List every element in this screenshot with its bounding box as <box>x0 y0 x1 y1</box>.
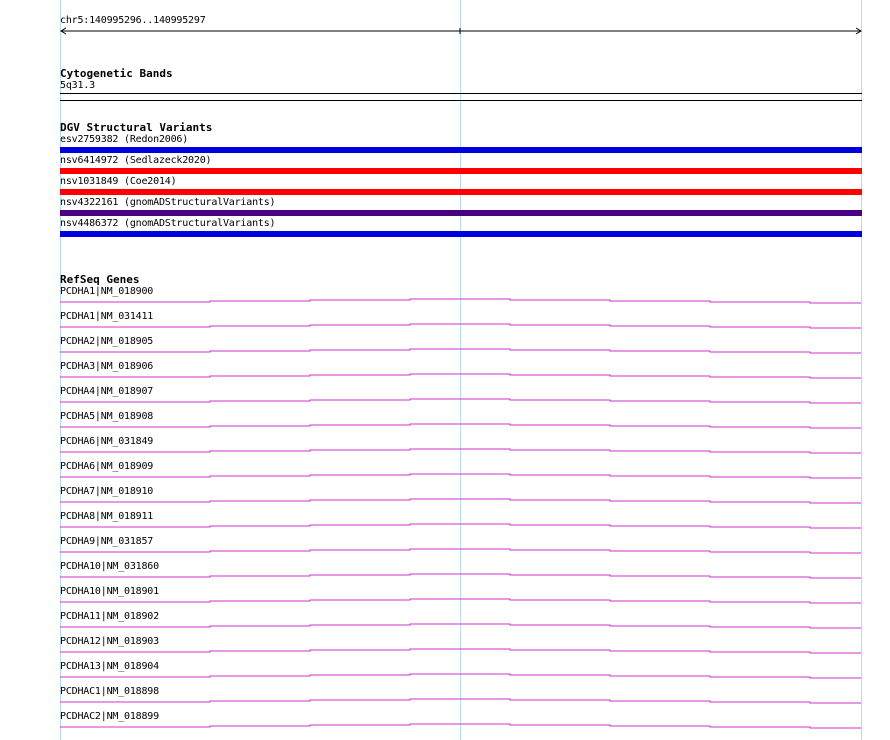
refseq-gene-label: PCDHA2|NM_018905 <box>60 336 154 347</box>
refseq-gene-label: PCDHAC2|NM_018899 <box>60 711 159 722</box>
refseq-gene-label: PCDHA6|NM_018909 <box>60 461 154 472</box>
refseq-gene-label: PCDHA13|NM_018904 <box>60 661 159 672</box>
refseq-gene-line[interactable] <box>60 448 861 454</box>
refseq-gene-label: PCDHA11|NM_018902 <box>60 611 159 622</box>
refseq-gene-label: PCDHA8|NM_018911 <box>60 511 154 522</box>
refseq-gene-label: PCDHAC1|NM_018898 <box>60 686 159 697</box>
refseq-gene-line[interactable] <box>60 573 861 579</box>
refseq-gene-line[interactable] <box>60 498 861 504</box>
refseq-gene-label: PCDHA5|NM_018908 <box>60 411 154 422</box>
refseq-gene-line[interactable] <box>60 398 861 404</box>
refseq-gene-line[interactable] <box>60 323 861 329</box>
refseq-gene-line[interactable] <box>60 598 861 604</box>
refseq-gene-line[interactable] <box>60 723 861 729</box>
refseq-gene-label: PCDHA3|NM_018906 <box>60 361 154 372</box>
refseq-gene-line[interactable] <box>60 673 861 679</box>
refseq-gene-label: PCDHA9|NM_031857 <box>60 536 154 547</box>
refseq-gene-label: PCDHA12|NM_018903 <box>60 636 159 647</box>
refseq-gene-line[interactable] <box>60 648 861 654</box>
refseq-gene-line[interactable] <box>60 373 861 379</box>
refseq-gene-line[interactable] <box>60 548 861 554</box>
refseq-gene-label: PCDHA7|NM_018910 <box>60 486 154 497</box>
refseq-gene-label: PCDHA6|NM_031849 <box>60 436 154 447</box>
refseq-gene-line[interactable] <box>60 473 861 479</box>
refseq-gene-label: PCDHA10|NM_018901 <box>60 586 159 597</box>
refseq-gene-line[interactable] <box>60 698 861 704</box>
refseq-gene-line[interactable] <box>60 423 861 429</box>
refseq-gene-line[interactable] <box>60 348 861 354</box>
refseq-gene-label: PCDHA1|NM_031411 <box>60 311 154 322</box>
refseq-gene-label: PCDHA10|NM_031860 <box>60 561 159 572</box>
refseq-gene-label: PCDHA4|NM_018907 <box>60 386 154 397</box>
refseq-gene-line[interactable] <box>60 523 861 529</box>
refseq-gene-line[interactable] <box>60 298 861 304</box>
refseq-gene-line[interactable] <box>60 623 861 629</box>
refseq-gene-label: PCDHA1|NM_018900 <box>60 286 154 297</box>
